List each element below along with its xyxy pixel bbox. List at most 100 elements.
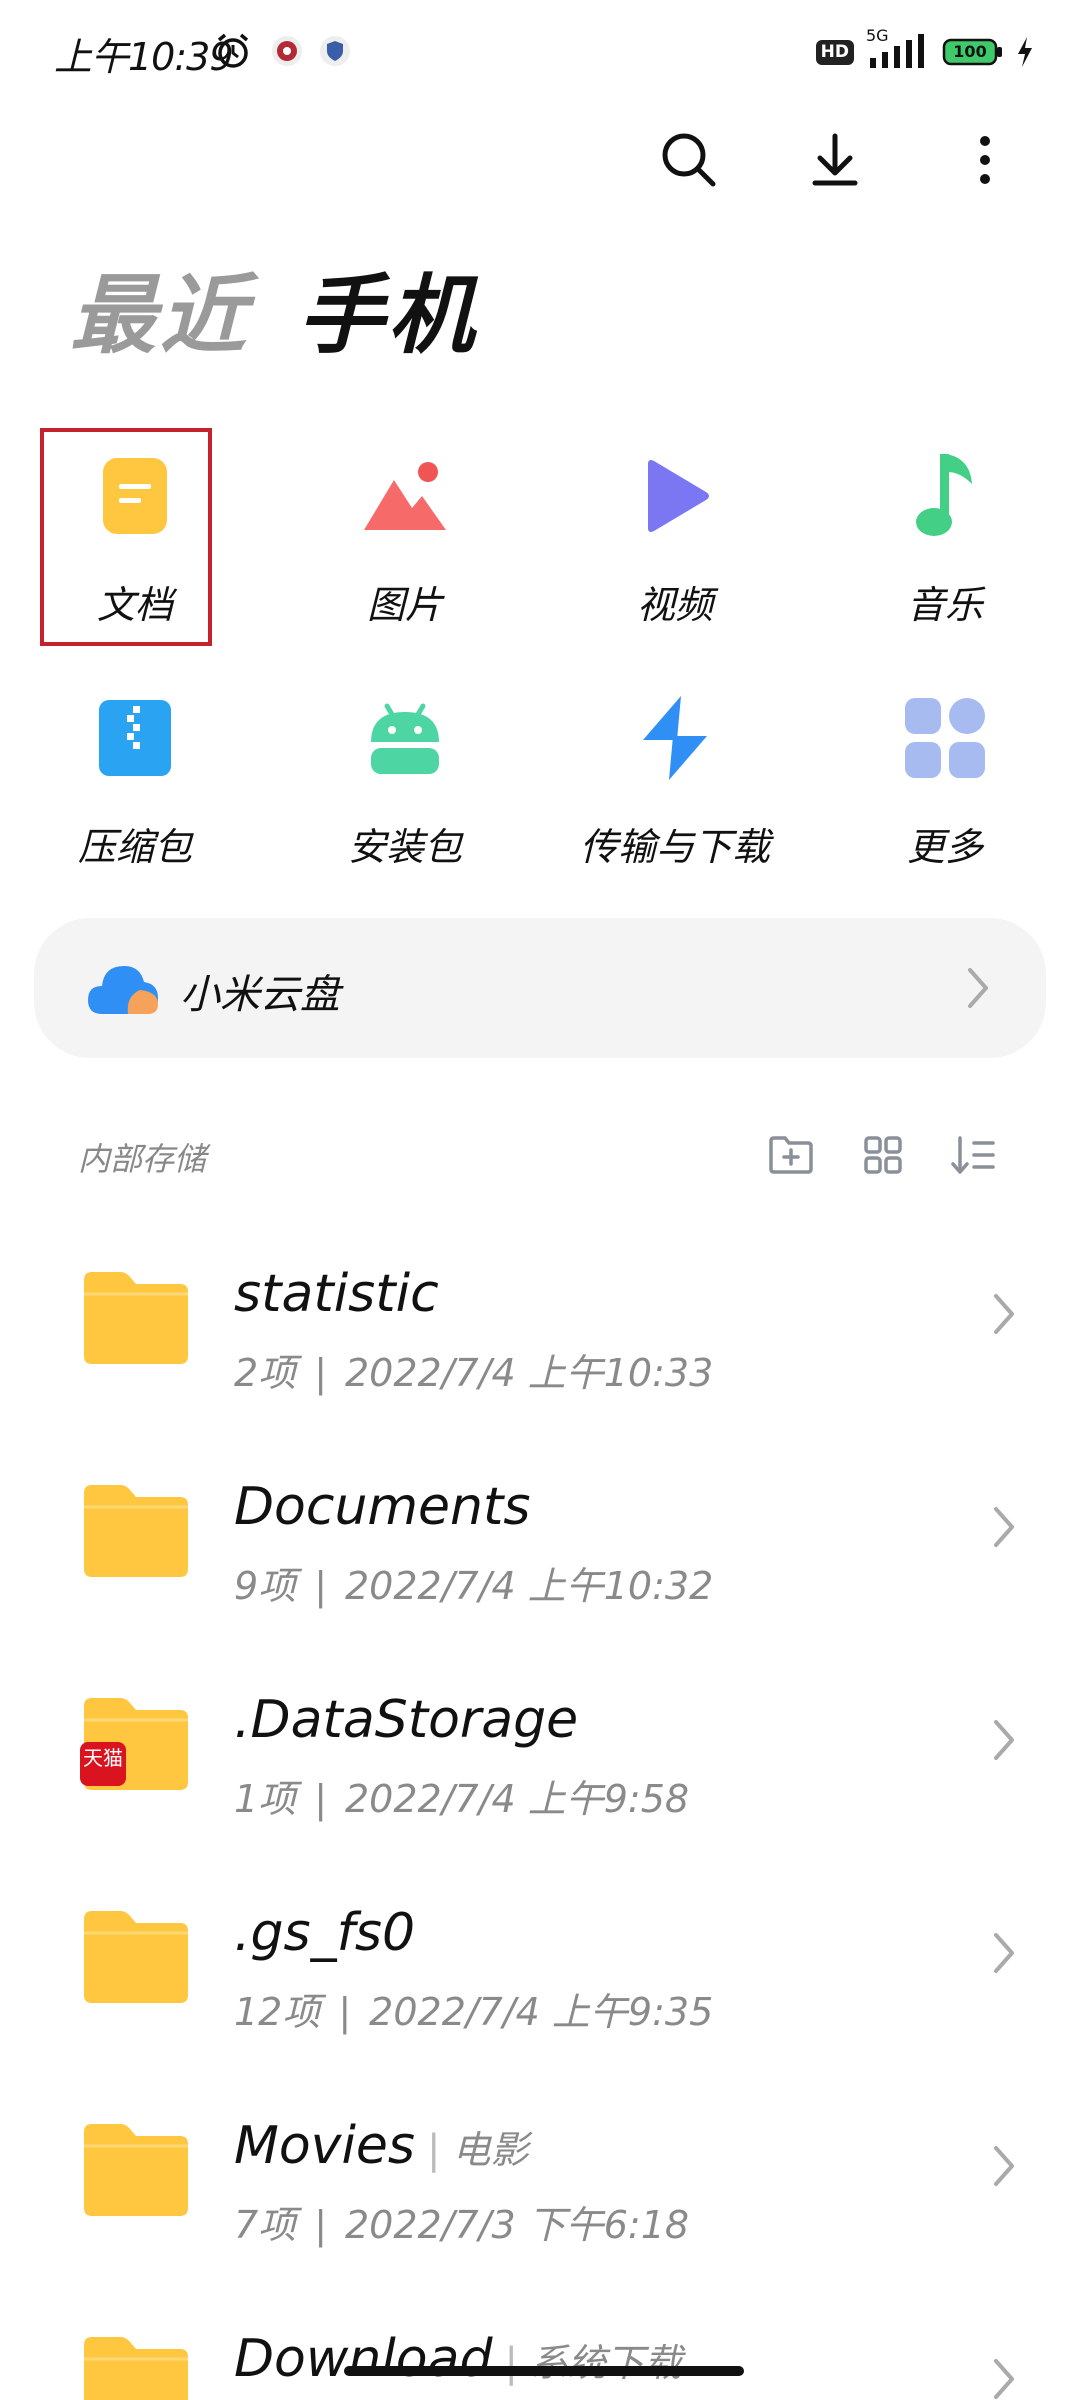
tab-recent[interactable]: 最近 bbox=[70, 245, 250, 370]
new-folder-icon bbox=[769, 1136, 813, 1174]
grid-view-button[interactable] bbox=[856, 1128, 910, 1182]
cloud-drive-label: 小米云盘 bbox=[180, 972, 340, 1018]
folder-meta: 9项 | 2022/7/4 上午10:32 bbox=[234, 1555, 713, 1610]
view-tabs: 最近 手机 bbox=[70, 245, 478, 370]
cloud-drive-entry[interactable]: 小米云盘 bbox=[34, 918, 1046, 1058]
folder-row[interactable]: Documents 9项 | 2022/7/4 上午10:32 bbox=[0, 1443, 1080, 1656]
video-icon bbox=[648, 460, 709, 532]
category-archives[interactable]: 压缩包 bbox=[0, 662, 270, 892]
folder-name: .DataStorage bbox=[234, 1690, 579, 1750]
status-bar: 上午10:39 HD 5G 100 bbox=[0, 0, 1080, 100]
folder-modified-date: 2022/7/4 上午10:33 bbox=[345, 1351, 714, 1395]
image-icon bbox=[364, 462, 446, 530]
category-packages[interactable]: 安装包 bbox=[270, 662, 540, 892]
folder-item-count: 7项 bbox=[234, 2203, 297, 2247]
battery-icon: 100 bbox=[942, 37, 1004, 67]
folder-item-count: 2项 bbox=[234, 1351, 297, 1395]
more-button[interactable] bbox=[950, 125, 1020, 195]
chevron-right-icon bbox=[994, 1294, 1014, 1334]
category-more[interactable]: 更多 bbox=[810, 662, 1080, 892]
folder-icon bbox=[84, 1272, 188, 1364]
folder-name: Download bbox=[234, 2329, 493, 2389]
folder-name-line: Documents bbox=[234, 1477, 531, 1537]
battery-level: 100 bbox=[953, 42, 987, 61]
status-time: 上午10:39 bbox=[54, 35, 234, 79]
category-transfers[interactable]: 传输与下载 bbox=[540, 662, 810, 892]
folder-icon bbox=[84, 1485, 188, 1577]
folder-modified-date: 2022/7/4 上午9:58 bbox=[345, 1777, 690, 1821]
folder-modified-date: 2022/7/4 上午10:32 bbox=[345, 1564, 714, 1608]
new-folder-button[interactable] bbox=[764, 1128, 818, 1182]
folder-item-count: 9项 bbox=[234, 1564, 297, 1608]
category-label: 图片 bbox=[366, 583, 443, 627]
folder-name-line: Movies | 电影 bbox=[234, 2116, 528, 2176]
meta-separator: | bbox=[314, 1564, 327, 1608]
charging-icon bbox=[1018, 37, 1032, 67]
sort-icon bbox=[951, 1136, 995, 1174]
folder-meta: 7项 | 2022/7/3 下午6:18 bbox=[234, 2194, 689, 2249]
category-label: 音乐 bbox=[906, 583, 983, 627]
search-icon bbox=[662, 133, 716, 187]
folder-modified-date: 2022/7/3 下午6:18 bbox=[345, 2203, 690, 2247]
more-grid-icon bbox=[905, 698, 985, 778]
chevron-right-icon bbox=[994, 1507, 1014, 1547]
folder-row[interactable]: Download | 系统下载 bbox=[0, 2295, 1080, 2400]
folder-meta: 1项 | 2022/7/4 上午9:58 bbox=[234, 1768, 689, 1823]
selection-highlight bbox=[40, 428, 212, 646]
chevron-right-icon bbox=[968, 968, 988, 1008]
folder-row[interactable]: Movies | 电影 7项 | 2022/7/3 下午6:18 bbox=[0, 2082, 1080, 2295]
folder-item-count: 1项 bbox=[234, 1777, 297, 1821]
folder-name: statistic bbox=[234, 1264, 439, 1324]
android-icon bbox=[371, 703, 439, 774]
folder-row[interactable]: 天猫 .DataStorage 1项 | 2022/7/4 上午9:58 bbox=[0, 1656, 1080, 1869]
folder-tag: 系统下载 bbox=[529, 2341, 682, 2385]
app-notification-icon bbox=[272, 36, 302, 66]
category-music[interactable]: 音乐 bbox=[810, 420, 1080, 650]
storage-header: 内部存储 bbox=[0, 1120, 1080, 1190]
category-label: 视频 bbox=[636, 583, 713, 627]
music-icon bbox=[916, 454, 972, 536]
transfer-icon bbox=[643, 696, 707, 780]
folder-name-line: .DataStorage bbox=[234, 1690, 578, 1750]
category-label: 压缩包 bbox=[77, 825, 192, 869]
storage-title: 内部存储 bbox=[78, 1140, 207, 1178]
status-icons: HD 5G 100 bbox=[815, 28, 1034, 74]
cloud-icon bbox=[88, 966, 158, 1014]
search-button[interactable] bbox=[654, 125, 724, 195]
folder-modified-date: 2022/7/4 上午9:35 bbox=[369, 1990, 714, 2034]
category-videos[interactable]: 视频 bbox=[540, 420, 810, 650]
tag-separator: | bbox=[426, 2127, 441, 2173]
sort-button[interactable] bbox=[946, 1128, 1000, 1182]
hd-badge: HD bbox=[815, 39, 854, 65]
meta-separator: | bbox=[338, 1990, 352, 2034]
folder-item-count: 12项 bbox=[234, 1990, 321, 2034]
folder-row[interactable]: .gs_fs0 12项 | 2022/7/4 上午9:35 bbox=[0, 1869, 1080, 2082]
folder-meta: 2项 | 2022/7/4 上午10:33 bbox=[234, 1342, 713, 1397]
chevron-right-icon bbox=[994, 1933, 1014, 1973]
app-badge: 天猫 bbox=[83, 1746, 123, 1770]
folder-icon bbox=[80, 1698, 188, 1790]
folder-tag: 电影 bbox=[452, 2128, 529, 2172]
shield-notification-icon bbox=[320, 36, 350, 66]
home-indicator[interactable] bbox=[344, 2366, 744, 2376]
folder-icon bbox=[84, 2337, 188, 2400]
download-button[interactable] bbox=[800, 125, 870, 195]
chevron-right-icon bbox=[994, 2146, 1014, 2186]
chevron-right-icon bbox=[994, 2359, 1014, 2399]
category-label: 传输与下载 bbox=[579, 825, 770, 869]
folder-icon bbox=[84, 1911, 188, 2003]
alarm-icon bbox=[217, 33, 249, 68]
tab-phone[interactable]: 手机 bbox=[298, 245, 478, 370]
tag-separator: | bbox=[504, 2340, 518, 2386]
category-images[interactable]: 图片 bbox=[270, 420, 540, 650]
folder-row[interactable]: statistic 2项 | 2022/7/4 上午10:33 bbox=[0, 1230, 1080, 1443]
folder-name-line: Download | 系统下载 bbox=[234, 2329, 682, 2389]
archive-icon bbox=[99, 700, 171, 776]
folder-name: .gs_fs0 bbox=[234, 1903, 416, 1963]
signal-icon: 5G bbox=[866, 28, 930, 72]
meta-separator: | bbox=[314, 1351, 327, 1395]
category-label: 更多 bbox=[906, 825, 983, 869]
folder-name-line: .gs_fs0 bbox=[234, 1903, 415, 1963]
category-label: 安装包 bbox=[347, 825, 462, 869]
meta-separator: | bbox=[314, 1777, 327, 1821]
